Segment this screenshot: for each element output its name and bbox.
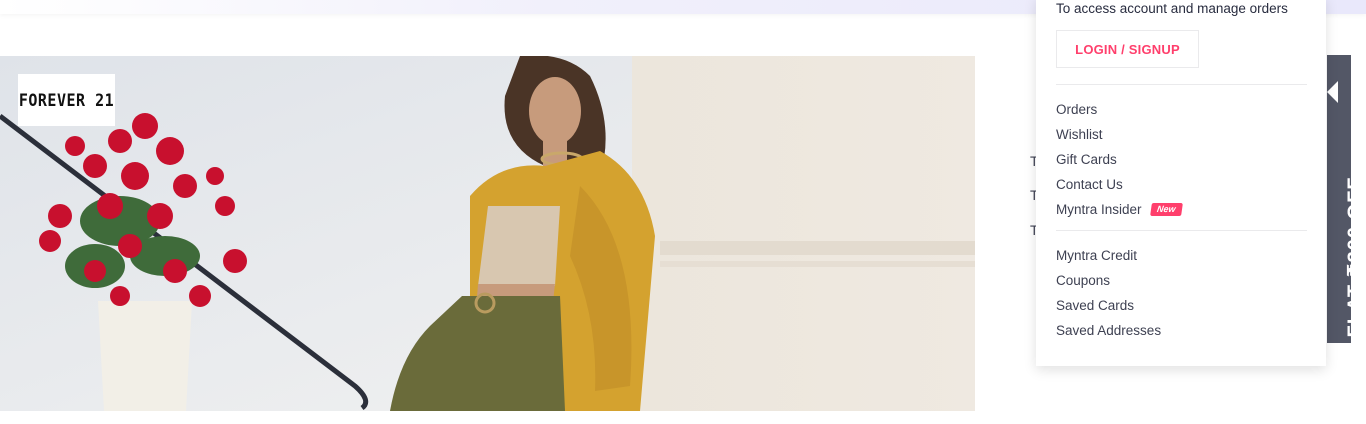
login-signup-button[interactable]: LOGIN / SIGNUP xyxy=(1056,30,1199,68)
brand-logo-text: FOREVER 21 xyxy=(18,89,115,111)
menu-divider xyxy=(1056,84,1307,85)
new-badge: New xyxy=(1149,203,1182,216)
account-menu-group-1: Orders Wishlist Gift Cards Contact Us My… xyxy=(1056,97,1182,222)
offer-side-tab[interactable]: FLAT ₹300 OFF xyxy=(1327,55,1351,343)
menu-item-contact-us[interactable]: Contact Us xyxy=(1056,172,1181,197)
menu-item-orders[interactable]: Orders xyxy=(1056,97,1181,122)
menu-item-saved-addresses[interactable]: Saved Addresses xyxy=(1056,318,1161,343)
expand-arrow-icon[interactable] xyxy=(1327,81,1338,103)
menu-item-coupons[interactable]: Coupons xyxy=(1056,268,1161,293)
menu-item-gift-cards[interactable]: Gift Cards xyxy=(1056,147,1181,172)
menu-item-myntra-insider[interactable]: Myntra Insider New xyxy=(1056,197,1182,222)
forever21-logo[interactable]: FOREVER 21 xyxy=(18,74,115,126)
menu-item-saved-cards[interactable]: Saved Cards xyxy=(1056,293,1161,318)
hero-image xyxy=(0,56,975,411)
hero-banner[interactable] xyxy=(0,56,975,411)
menu-item-myntra-insider-label: Myntra Insider xyxy=(1056,202,1142,217)
account-menu-group-2: Myntra Credit Coupons Saved Cards Saved … xyxy=(1056,243,1161,343)
menu-item-myntra-credit[interactable]: Myntra Credit xyxy=(1056,243,1161,268)
menu-item-wishlist[interactable]: Wishlist xyxy=(1056,122,1181,147)
offer-tab-label: FLAT ₹300 OFF xyxy=(1344,176,1352,338)
profile-dropdown: To access account and manage orders LOGI… xyxy=(1036,0,1326,366)
menu-divider xyxy=(1056,230,1307,231)
profile-subtitle: To access account and manage orders xyxy=(1056,1,1288,16)
